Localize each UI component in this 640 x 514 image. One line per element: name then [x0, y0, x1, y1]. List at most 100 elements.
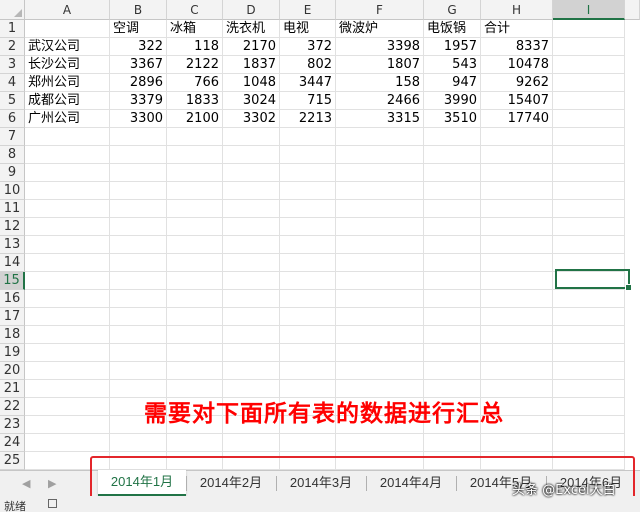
cell-d12[interactable] — [223, 218, 280, 236]
cell-h17[interactable] — [481, 308, 553, 326]
cell-e4[interactable]: 3447 — [280, 74, 336, 92]
cell-a9[interactable] — [25, 164, 110, 182]
cell-a12[interactable] — [25, 218, 110, 236]
row-header-3[interactable]: 3 — [0, 56, 25, 74]
cell-a16[interactable] — [25, 290, 110, 308]
cell-c4[interactable]: 766 — [167, 74, 223, 92]
cell-b24[interactable] — [110, 434, 167, 452]
cell-h8[interactable] — [481, 146, 553, 164]
cell-a10[interactable] — [25, 182, 110, 200]
cell-h16[interactable] — [481, 290, 553, 308]
cell-e19[interactable] — [280, 344, 336, 362]
cell-a19[interactable] — [25, 344, 110, 362]
cell-g7[interactable] — [424, 128, 481, 146]
cell-b12[interactable] — [110, 218, 167, 236]
cell-c13[interactable] — [167, 236, 223, 254]
cell-b19[interactable] — [110, 344, 167, 362]
cell-c8[interactable] — [167, 146, 223, 164]
cell-g24[interactable] — [424, 434, 481, 452]
cell-f17[interactable] — [336, 308, 424, 326]
cell-h7[interactable] — [481, 128, 553, 146]
cell-g17[interactable] — [424, 308, 481, 326]
cell-c12[interactable] — [167, 218, 223, 236]
cell-f15[interactable] — [336, 272, 424, 290]
cell-f24[interactable] — [336, 434, 424, 452]
row-header-13[interactable]: 13 — [0, 236, 25, 254]
cell-b18[interactable] — [110, 326, 167, 344]
cell-g6[interactable]: 3510 — [424, 110, 481, 128]
cell-e14[interactable] — [280, 254, 336, 272]
row-header-11[interactable]: 11 — [0, 200, 25, 218]
cell-i3[interactable] — [553, 56, 625, 74]
row-header-25[interactable]: 25 — [0, 452, 25, 470]
cell-d2[interactable]: 2170 — [223, 38, 280, 56]
cell-i8[interactable] — [553, 146, 625, 164]
row-header-5[interactable]: 5 — [0, 92, 25, 110]
cell-d16[interactable] — [223, 290, 280, 308]
cell-g10[interactable] — [424, 182, 481, 200]
cell-a11[interactable] — [25, 200, 110, 218]
cell-e5[interactable]: 715 — [280, 92, 336, 110]
cell-d13[interactable] — [223, 236, 280, 254]
cell-f1[interactable]: 微波炉 — [336, 20, 424, 38]
cell-c7[interactable] — [167, 128, 223, 146]
cell-b13[interactable] — [110, 236, 167, 254]
scroll-right-icon[interactable]: ▶ — [48, 477, 56, 490]
row-header-7[interactable]: 7 — [0, 128, 25, 146]
cell-i6[interactable] — [553, 110, 625, 128]
cell-f6[interactable]: 3315 — [336, 110, 424, 128]
cell-b1[interactable]: 空调 — [110, 20, 167, 38]
cell-g20[interactable] — [424, 362, 481, 380]
cell-b3[interactable]: 3367 — [110, 56, 167, 74]
cell-f20[interactable] — [336, 362, 424, 380]
cell-a2[interactable]: 武汉公司 — [25, 38, 110, 56]
column-header-e[interactable]: E — [280, 0, 336, 20]
cell-i17[interactable] — [553, 308, 625, 326]
cell-d4[interactable]: 1048 — [223, 74, 280, 92]
cell-g3[interactable]: 543 — [424, 56, 481, 74]
cell-g15[interactable] — [424, 272, 481, 290]
cell-h4[interactable]: 9262 — [481, 74, 553, 92]
cell-b16[interactable] — [110, 290, 167, 308]
cell-c10[interactable] — [167, 182, 223, 200]
cell-f4[interactable]: 158 — [336, 74, 424, 92]
cell-g9[interactable] — [424, 164, 481, 182]
cell-f8[interactable] — [336, 146, 424, 164]
column-header-h[interactable]: H — [481, 0, 553, 20]
cell-c5[interactable]: 1833 — [167, 92, 223, 110]
cell-e8[interactable] — [280, 146, 336, 164]
cell-f11[interactable] — [336, 200, 424, 218]
row-header-19[interactable]: 19 — [0, 344, 25, 362]
cell-g2[interactable]: 1957 — [424, 38, 481, 56]
cell-i9[interactable] — [553, 164, 625, 182]
cell-f16[interactable] — [336, 290, 424, 308]
cell-i23[interactable] — [553, 416, 625, 434]
cell-d7[interactable] — [223, 128, 280, 146]
cell-c6[interactable]: 2100 — [167, 110, 223, 128]
cell-b8[interactable] — [110, 146, 167, 164]
cell-d11[interactable] — [223, 200, 280, 218]
cell-d9[interactable] — [223, 164, 280, 182]
cell-h13[interactable] — [481, 236, 553, 254]
cell-e24[interactable] — [280, 434, 336, 452]
cell-a15[interactable] — [25, 272, 110, 290]
cell-a8[interactable] — [25, 146, 110, 164]
cell-a6[interactable]: 广州公司 — [25, 110, 110, 128]
cell-c1[interactable]: 冰箱 — [167, 20, 223, 38]
cell-h3[interactable]: 10478 — [481, 56, 553, 74]
cell-b4[interactable]: 2896 — [110, 74, 167, 92]
cell-g14[interactable] — [424, 254, 481, 272]
row-header-12[interactable]: 12 — [0, 218, 25, 236]
cell-a14[interactable] — [25, 254, 110, 272]
cell-c24[interactable] — [167, 434, 223, 452]
cell-h9[interactable] — [481, 164, 553, 182]
cell-c3[interactable]: 2122 — [167, 56, 223, 74]
cell-f2[interactable]: 3398 — [336, 38, 424, 56]
cell-d10[interactable] — [223, 182, 280, 200]
cell-e15[interactable] — [280, 272, 336, 290]
cell-c19[interactable] — [167, 344, 223, 362]
scroll-left-icon[interactable]: ◀ — [22, 477, 30, 490]
cell-i16[interactable] — [553, 290, 625, 308]
row-header-1[interactable]: 1 — [0, 20, 25, 38]
select-all-corner[interactable] — [0, 0, 25, 20]
